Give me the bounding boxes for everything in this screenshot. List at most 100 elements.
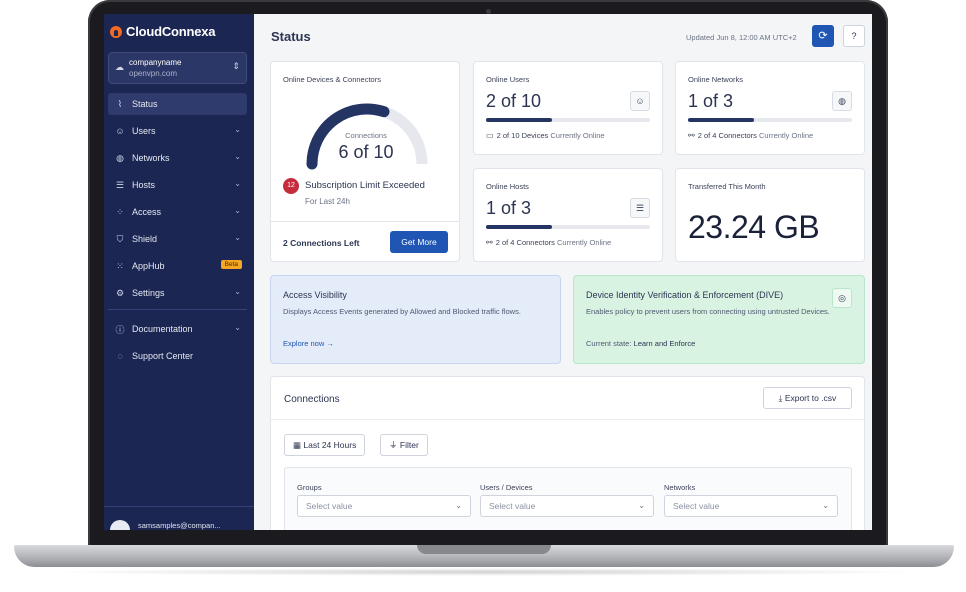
stat-footer-note: Currently Online [557,238,612,247]
page-title: Status [271,29,311,44]
connector-icon: ⚯ [486,238,493,247]
alert-count-badge: 12 [283,178,299,194]
avatar[interactable] [110,520,130,530]
sidebar-item-networks[interactable]: ◍ Networks ⌄ [108,147,247,169]
state-label: Current state: [586,339,632,348]
chevron-down-icon: ⌄ [638,501,645,510]
chevron-down-icon: ⌄ [234,206,241,215]
card-label: Online Devices & Connectors [283,75,381,84]
sidebar-item-label: Users [132,126,156,136]
card-label: Online Hosts [486,182,529,191]
chevron-down-icon: ⌄ [234,323,241,332]
limit-warning: Subscription Limit Exceeded [305,180,425,191]
calendar-icon: ▦ [293,440,302,450]
filter-label-groups: Groups [297,483,322,492]
chevron-down-icon: ⌄ [234,179,241,188]
progress-fill [486,118,552,122]
beta-badge: Beta [220,260,242,269]
stat-footer: ⚯ 2 of 4 Connectors Currently Online [688,131,813,140]
export-csv-button[interactable]: ⤓ Export to .csv [763,387,852,409]
filter-label-users-devices: Users / Devices [480,483,533,492]
select-placeholder: Select value [306,501,353,511]
get-more-button[interactable]: Get More [390,231,448,253]
stat-footer-count: 2 of 10 Devices [496,131,549,140]
sidebar-item-access[interactable]: ⁘ Access ⌄ [108,201,247,223]
cloud-icon: ☁ [115,62,124,72]
card-title: Device Identity Verification & Enforceme… [586,290,784,300]
transferred-card: Transferred This Month 23.24 GB [675,168,865,262]
time-range-button[interactable]: ▦ Last 24 Hours [284,434,366,456]
filter-label-networks: Networks [664,483,696,492]
connections-left: 2 Connections Left [283,238,360,248]
sidebar-item-label: AppHub [132,261,165,271]
shield-icon: ⛉ [116,233,124,244]
stat-value: 1 of 3 [486,198,532,218]
stat-value: 1 of 3 [688,91,734,111]
chevron-down-icon: ⌄ [234,152,241,161]
sidebar-item-apphub[interactable]: ⁙ AppHub Beta [108,255,247,277]
server-icon[interactable]: ☰ [630,198,650,218]
users-icon[interactable]: ☺ [630,91,650,111]
networks-select[interactable]: Select value ⌄ [664,495,838,517]
refresh-button[interactable]: ⟳ [812,25,834,47]
card-description: Displays Access Events generated by Allo… [283,307,521,316]
brand[interactable]: CloudConnexa [110,24,216,39]
laptop-notch [417,545,551,554]
nav-divider [108,309,247,310]
sidebar-item-status[interactable]: ⌇ Status [108,93,247,115]
org-name: companyname [129,58,182,67]
explore-now-link[interactable]: Explore now → [283,339,334,348]
sidebar-item-shield[interactable]: ⛉ Shield ⌄ [108,228,247,250]
export-label: Export to .csv [784,393,837,403]
gauge-value: 6 of 10 [338,142,394,162]
card-label: Online Users [486,75,530,84]
select-placeholder: Select value [673,501,720,511]
user-email[interactable]: samsamples@compan... [138,521,221,530]
sidebar-item-settings[interactable]: ⚙ Settings ⌄ [108,282,247,304]
sidebar-item-documentation[interactable]: ⓘ Documentation ⌄ [108,318,247,340]
target-icon[interactable]: ◎ [832,288,852,308]
chevron-updown-icon: ⇕ [232,61,240,71]
main-content: Status Updated Jun 8, 12:00 AM UTC+2 ⟳ ?… [254,14,872,530]
groups-select[interactable]: Select value ⌄ [297,495,471,517]
org-domain: openvpn.com [129,69,178,78]
users-devices-select[interactable]: Select value ⌄ [480,495,654,517]
gauge-caption: Connections [345,131,387,140]
org-switcher[interactable]: ☁ companyname openvpn.com ⇕ [108,52,247,84]
filter-button[interactable]: ⏚ Filter [380,434,428,456]
state-value: Learn and Enforce [633,339,696,348]
connections-card: Connections ⤓ Export to .csv ▦ Last 24 H… [270,376,865,530]
chat-icon: ◌ [117,351,123,361]
app-screen: CloudConnexa ☁ companyname openvpn.com ⇕… [104,14,872,530]
stat-footer: ⚯ 2 of 4 Connectors Currently Online [486,238,611,247]
info-icon: ⓘ [115,324,125,335]
sidebar-item-users[interactable]: ☺ Users ⌄ [108,120,247,142]
sidebar-item-label: Hosts [132,180,156,190]
sidebar-item-label: Networks [132,153,170,163]
dive-card: Device Identity Verification & Enforceme… [573,275,865,364]
sidebar-item-label: Access [132,207,162,217]
sidebar-item-label: Status [132,99,158,109]
apphub-icon: ⁙ [116,260,124,271]
stat-value: 2 of 10 [486,91,542,111]
openvpn-logo-icon [110,25,122,38]
sidebar-item-label: Support Center [132,351,194,361]
filter-label: Filter [399,440,419,450]
chevron-down-icon: ⌄ [234,233,241,242]
help-button[interactable]: ? [843,25,865,47]
globe-icon[interactable]: ◍ [832,91,852,111]
gear-icon: ⚙ [115,287,125,298]
connector-icon: ⚯ [688,131,695,140]
users-icon: ☺ [115,126,125,136]
globe-icon: ◍ [116,152,124,163]
progress-track [486,225,650,229]
progress-track [688,118,852,122]
sidebar-item-hosts[interactable]: ☰ Hosts ⌄ [108,174,247,196]
card-description: Enables policy to prevent users from con… [586,307,830,316]
limit-period: For Last 24h [305,197,350,206]
stat-footer-count: 2 of 4 Connectors [495,238,555,247]
download-icon: ⤓ [778,393,783,403]
sidebar-footer-divider [104,506,254,507]
chevron-down-icon: ⌄ [455,501,462,510]
sidebar-item-support-center[interactable]: ◌ Support Center [108,345,247,367]
